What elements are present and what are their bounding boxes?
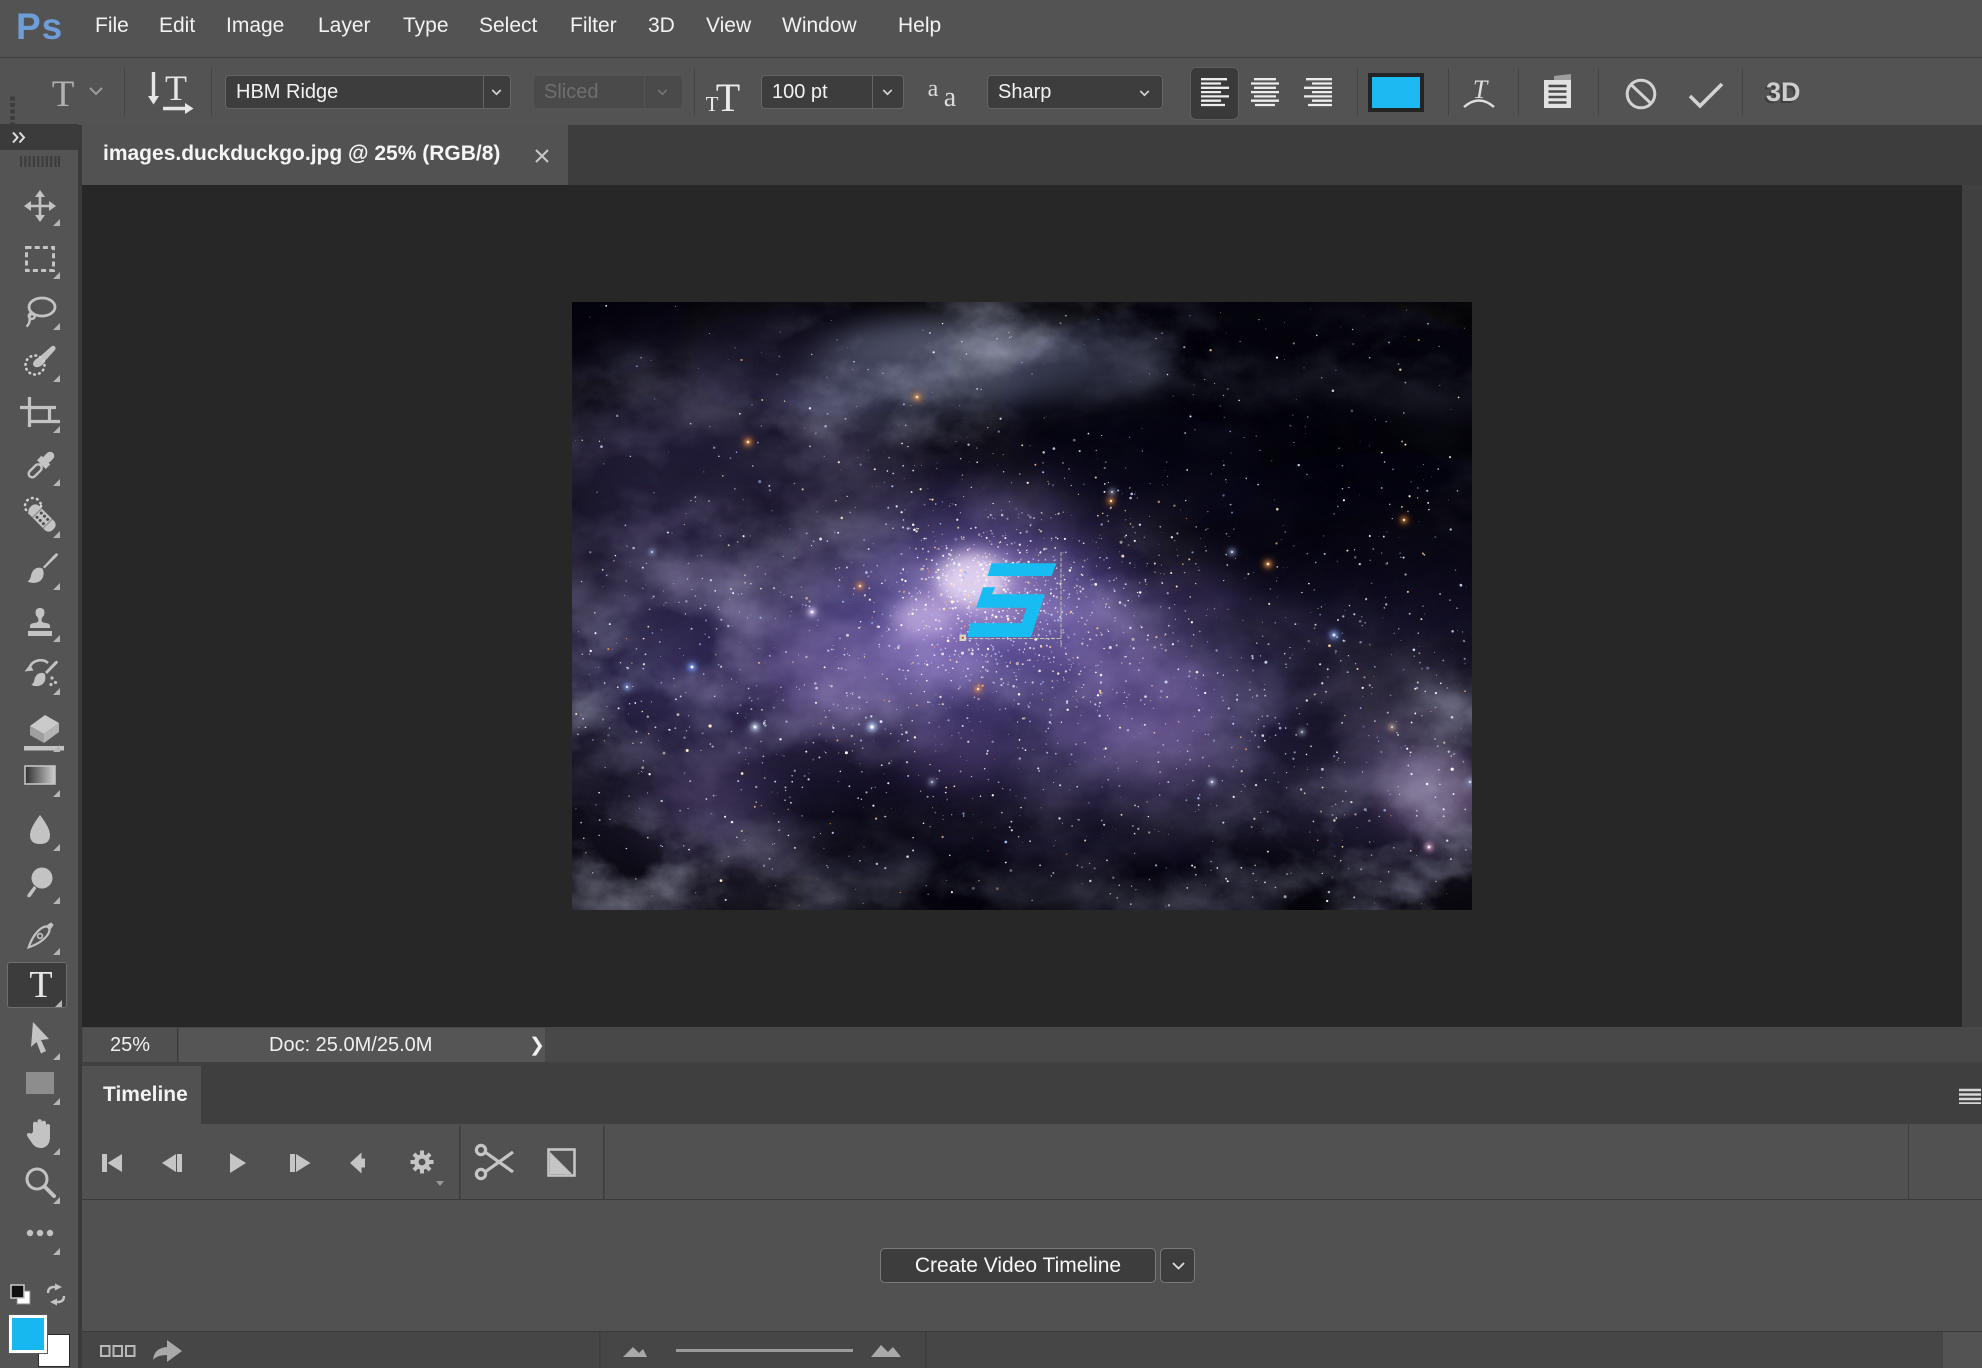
svg-text:a: a <box>928 78 939 102</box>
svg-text:a: a <box>944 82 957 112</box>
svg-text:T: T <box>716 76 740 114</box>
svg-text:T: T <box>165 71 187 108</box>
svg-text:T: T <box>52 76 75 112</box>
